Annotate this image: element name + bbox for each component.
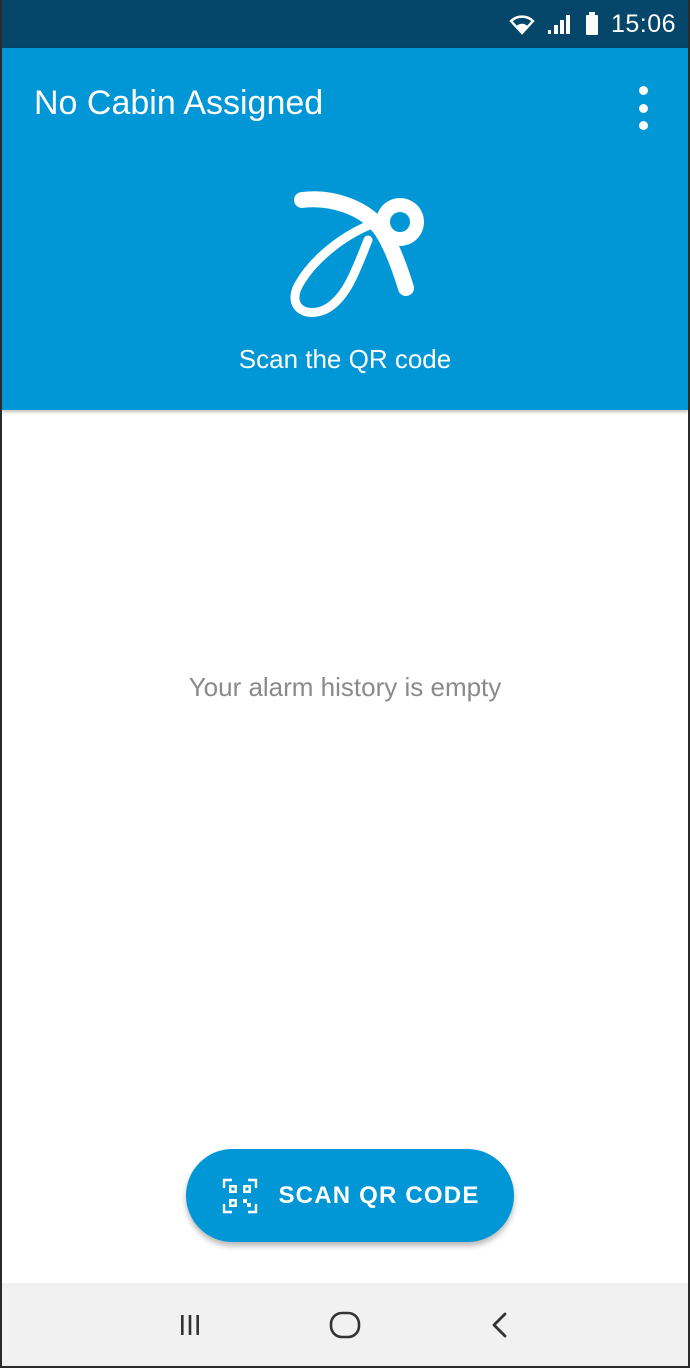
home-button[interactable] <box>315 1295 375 1355</box>
pacifier-icon <box>290 191 424 317</box>
empty-state-message: Your alarm history is empty <box>188 672 502 702</box>
scan-hint: Scan the QR code <box>238 344 452 374</box>
system-nav-bar <box>2 1283 688 1366</box>
scan-qr-code-button[interactable]: SCAN QR CODE <box>186 1149 514 1242</box>
back-icon <box>492 1312 507 1337</box>
recent-apps-icon <box>180 1314 199 1335</box>
signal-icon <box>547 13 573 35</box>
battery-icon <box>585 12 599 36</box>
status-time: 15:06 <box>610 9 676 38</box>
home-icon <box>329 1311 361 1338</box>
qr-code-icon <box>220 1176 260 1216</box>
app-header: No Cabin Assigned Scan the QR code <box>2 48 688 410</box>
more-vert-icon-dot <box>638 121 648 130</box>
page-title: No Cabin Assigned <box>34 84 324 122</box>
scan-qr-code-label: SCAN QR CODE <box>278 1181 480 1209</box>
more-vert-icon-dot <box>638 103 648 113</box>
app-screen: 15:06 No Cabin Assigned Scan the QR code… <box>0 0 690 1368</box>
wifi-icon <box>509 13 535 35</box>
status-bar: 15:06 <box>2 0 688 48</box>
more-vert-icon <box>638 86 648 95</box>
back-button[interactable] <box>470 1295 530 1355</box>
more-options-button[interactable] <box>628 86 658 130</box>
recent-apps-button[interactable] <box>160 1295 220 1355</box>
